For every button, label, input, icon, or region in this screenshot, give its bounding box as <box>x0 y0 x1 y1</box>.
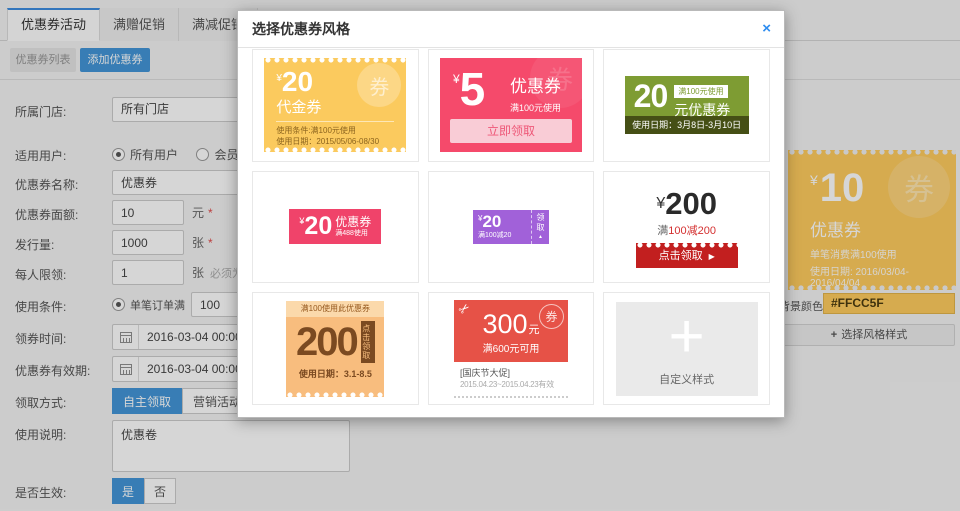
coupon-amount: 20 <box>304 212 332 240</box>
style-card-red[interactable]: ✂ 券 300元 满600元可用 [国庆节大促] 2015.04.23~2015… <box>428 292 595 405</box>
coupon-red: ✂ 券 300元 满600元可用 [国庆节大促] 2015.04.23~2015… <box>454 300 568 398</box>
coupon-purple: ¥20 满100减20 领取 ▲ <box>473 210 549 244</box>
quan-badge-icon: 券 <box>539 304 564 329</box>
coupon-condition: 满100元使用 <box>510 101 561 114</box>
coupon-amount: 200 <box>296 318 357 366</box>
custom-style-card[interactable]: + 自定义样式 <box>603 292 770 405</box>
plus-icon: + <box>616 304 758 370</box>
coupon-name: 优惠券 <box>510 72 561 97</box>
arrow-right-icon: ▶ <box>709 252 715 261</box>
coupon-style-grid: 券 ¥20 代金券 使用条件:满100元使用 使用日期：2015/05/06-0… <box>252 49 770 405</box>
coupon-date: 使用日期：3月8日-3月10日 <box>625 116 749 134</box>
coupon-custom: + 自定义样式 <box>616 302 758 396</box>
style-card-white-red[interactable]: ¥200 满100减200 点击领取 ▶ <box>603 171 770 284</box>
close-icon[interactable]: × <box>762 20 771 38</box>
coupon-promo-tag: [国庆节大促] <box>460 366 562 379</box>
style-card-green[interactable]: 20 满100元使用 元优惠券 使用日期：3月8日-3月10日 <box>603 49 770 162</box>
coupon-yellow: 券 ¥20 代金券 使用条件:满100元使用 使用日期：2015/05/06-0… <box>264 58 406 152</box>
quan-badge-icon: 券 <box>357 63 401 107</box>
click-claim-label: 点击领取 <box>361 321 375 363</box>
coupon-green: 20 满100元使用 元优惠券 使用日期：3月8日-3月10日 <box>625 76 749 134</box>
coupon-amount: 200 <box>665 186 717 221</box>
currency-symbol: ¥ <box>453 72 460 86</box>
coupon-condition: 满600元可用 <box>454 340 568 355</box>
coupon-unit: 元 <box>529 324 540 336</box>
coupon-amount: 300 <box>482 309 527 339</box>
claim-label: 点击领取 <box>659 250 703 262</box>
style-card-peach[interactable]: 满100使用此优惠券 200 点击领取 使用日期：3.1-8.5 <box>252 292 419 405</box>
coupon-date: 使用日期：3.1-8.5 <box>286 367 384 380</box>
divider <box>276 121 394 122</box>
currency-symbol: ¥ <box>656 195 665 212</box>
app-screen: 优惠券活动 满赠促销 满减促销 优惠券列表 添加优惠券 所属门店: 所有门店 适… <box>0 0 960 511</box>
style-card-pink[interactable]: 券 ¥5 优惠券 满100元使用 立即领取 <box>428 49 595 162</box>
coupon-condition: 满100使用此优惠券 <box>286 301 384 317</box>
click-claim-button: 点击领取 ▶ <box>636 243 738 268</box>
style-card-yellow[interactable]: 券 ¥20 代金券 使用条件:满100元使用 使用日期：2015/05/06-0… <box>252 49 419 162</box>
coupon-condition: 满100元使用 <box>674 85 727 98</box>
coupon-style-modal: 选择优惠券风格 × 券 ¥20 代金券 使用条件:满100元使用 使用日期：20… <box>237 10 785 418</box>
claim-label: 领取 <box>535 213 546 233</box>
coupon-amount: 20 <box>282 66 313 97</box>
coupon-condition-value: 100减200 <box>668 225 716 237</box>
coupon-white-red: ¥200 满100减200 点击领取 ▶ <box>636 186 738 268</box>
coupon-condition: 满100减20 <box>478 230 531 240</box>
perforation <box>264 147 406 152</box>
coupon-peach: 满100使用此优惠券 200 点击领取 使用日期：3.1-8.5 <box>286 301 384 397</box>
coupon-amount: 5 <box>460 63 486 115</box>
coupon-name: 优惠券 <box>335 216 371 229</box>
perforation <box>264 58 406 63</box>
style-card-small-pink[interactable]: ¥20 优惠券 满488使用 <box>252 171 419 284</box>
coupon-amount: 20 <box>482 212 501 231</box>
perforation <box>286 392 384 397</box>
perforation <box>636 243 738 248</box>
coupon-date: 2015.04.23~2015.04.23有效 <box>460 379 562 390</box>
modal-title: 选择优惠券风格 <box>238 11 784 48</box>
style-card-purple[interactable]: ¥20 满100减20 领取 ▲ <box>428 171 595 284</box>
coupon-date: 使用日期：2015/05/06-08/30 <box>276 136 394 147</box>
coupon-pink: 券 ¥5 优惠券 满100元使用 立即领取 <box>440 58 582 152</box>
arrow-up-icon: ▲ <box>538 234 543 240</box>
coupon-condition: 满488使用 <box>335 229 371 238</box>
coupon-amount: 20 <box>634 76 668 116</box>
coupon-small-pink: ¥20 优惠券 满488使用 <box>289 209 381 244</box>
custom-style-label: 自定义样式 <box>616 371 758 387</box>
coupon-condition: 使用条件:满100元使用 <box>276 125 394 136</box>
claim-now-button: 立即领取 <box>450 119 572 143</box>
coupon-condition: 满 <box>657 225 668 237</box>
